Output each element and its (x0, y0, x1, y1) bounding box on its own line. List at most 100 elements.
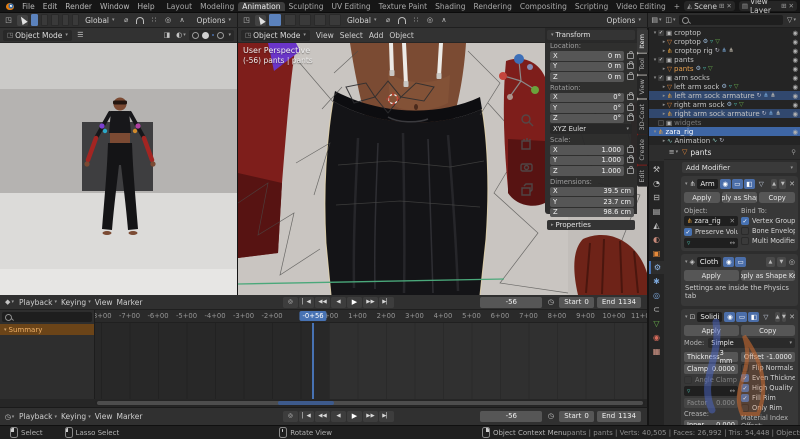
vertex-groups-checkbox[interactable]: ✓ (741, 217, 749, 225)
collection-checkbox[interactable]: ✓ (658, 56, 664, 63)
apply-as-shapekey-button[interactable]: Apply as Shape Key (740, 270, 795, 281)
apply-button[interactable]: Apply (684, 270, 739, 281)
current-frame-field[interactable]: -56 (480, 296, 543, 308)
invert-icon[interactable]: ↔ (729, 387, 735, 395)
clock-icon[interactable]: ◷ (545, 411, 556, 422)
overlays-dropdown-icon[interactable]: ◐ ▾ (175, 30, 186, 41)
outliner-row-left-arm-sock-armature[interactable]: ▸ ⋔ left arm sock armature ↻ ⋔ ⋔ ◉ (649, 91, 800, 100)
remove-view-layer-icon[interactable]: ✕ (789, 2, 794, 10)
display-render-toggle[interactable]: ◉ (719, 179, 731, 189)
thickness-slider[interactable]: Thickness 3 mm (684, 349, 738, 365)
menu-marker[interactable]: Marker (117, 412, 143, 421)
summary-channel[interactable]: ▾ Summary (0, 324, 94, 335)
menu-keying[interactable]: Keying ▾ (61, 298, 91, 307)
menu-file[interactable]: File (18, 2, 39, 11)
properties-tab-object[interactable]: ▣ (649, 247, 664, 260)
even-thickness-checkbox[interactable]: ✓ (741, 374, 749, 382)
lock-icon[interactable] (627, 50, 634, 59)
jump-end-button[interactable]: ▶▏ (379, 296, 394, 308)
mode-dropdown[interactable]: Simple ▾ (708, 338, 795, 348)
outliner-row-right-arm-sock[interactable]: ▸ ▽ right arm sock ⚙ ▿ ▽ ◉ (649, 100, 800, 109)
proportional-falloff-icon[interactable]: ∧ (438, 15, 449, 26)
menu-view[interactable]: View (95, 298, 113, 307)
dimensions-field-z[interactable]: Z 98.6 cm (550, 207, 634, 217)
lock-icon[interactable] (627, 102, 634, 111)
delete-scene-icon[interactable]: ✕ (726, 2, 731, 10)
lock-icon[interactable] (627, 113, 634, 122)
visibility-eye-icon[interactable]: ◉ (792, 83, 798, 91)
expand-icon[interactable]: ▾ (4, 327, 7, 333)
properties-tab-material[interactable]: ◉ (649, 331, 664, 344)
menu-edit[interactable]: Edit (39, 2, 62, 11)
outliner-row-widgets[interactable]: ▣ widgets (649, 118, 800, 127)
view-layer-selector[interactable]: ▤ View Layer ⊞ ✕ (738, 0, 797, 15)
outliner-row-animation[interactable]: ▸ ∿ Animation ∿ ↻ (649, 136, 800, 145)
n-panel-tab-item[interactable]: Item (637, 30, 648, 53)
viewport-menu-view[interactable]: View (313, 31, 337, 40)
prev-keyframe-button[interactable]: ◀◀ (315, 410, 330, 422)
orientation-dropdown[interactable]: Global ▾ (344, 15, 379, 26)
copy-button[interactable]: Copy (740, 325, 795, 336)
close-icon[interactable]: ✕ (789, 180, 795, 188)
lock-icon[interactable] (627, 165, 634, 174)
properties-tab-physics[interactable]: ◎ (649, 289, 664, 302)
play-button[interactable]: ▶ (347, 410, 362, 422)
clamp-slider[interactable]: Clamp 0.0000 (684, 364, 738, 374)
channel-search-input[interactable] (2, 312, 92, 322)
move-down-icon[interactable]: ▼ (776, 257, 786, 267)
workspace-tab-texture-paint[interactable]: Texture Paint (375, 2, 431, 11)
menu-playback[interactable]: Playback ▾ (19, 298, 57, 307)
properties-tab-data[interactable]: ▽ (649, 317, 664, 330)
bone-envelopes-checkbox[interactable] (741, 227, 749, 235)
select-mode-3[interactable] (51, 14, 59, 26)
pivot-point-icon[interactable]: ⌀ (121, 15, 132, 26)
proportional-falloff-icon[interactable]: ∧ (177, 15, 188, 26)
apply-button[interactable]: Apply (684, 325, 739, 336)
select-mode-5[interactable] (71, 14, 80, 26)
menu-window[interactable]: Window (96, 2, 134, 11)
workspace-tab-rendering[interactable]: Rendering (470, 2, 516, 11)
new-scene-icon[interactable]: ⊞ (719, 2, 724, 10)
properties-tab-modifiers[interactable]: ⚙ (649, 261, 664, 274)
display-realtime-toggle[interactable]: ▭ (736, 312, 748, 322)
offset-slider[interactable]: Offset -1.0000 (741, 352, 795, 362)
solidify-vertex-group-field[interactable]: ▿ ↔ (684, 386, 738, 396)
menu-playback[interactable]: Playback ▾ (19, 412, 57, 421)
display-realtime-toggle[interactable]: ▭ (731, 179, 743, 189)
outliner-row-pants[interactable]: ▸ ▽ pants ⚙ ▿ ▽ ◉ (649, 64, 800, 73)
clock-icon[interactable]: ◷ (545, 297, 556, 308)
scale-field-x[interactable]: X 1.000 (550, 145, 624, 155)
select-mode-2[interactable] (41, 14, 49, 26)
high-quality-normals-checkbox[interactable]: ✓ (741, 384, 749, 392)
next-keyframe-button[interactable]: ▶▶ (363, 296, 378, 308)
visibility-eye-icon[interactable]: ◉ (792, 128, 798, 136)
proportional-editing-icon[interactable]: ◎ (424, 15, 435, 26)
fill-rim-checkbox[interactable]: ✓ (741, 394, 749, 402)
move-up-icon[interactable]: ▲ (775, 312, 780, 322)
lock-icon[interactable] (627, 155, 634, 164)
outliner-row-arm-socks[interactable]: ▾ ✓ ▣ arm socks ◉ (649, 73, 800, 82)
play-reverse-button[interactable]: ◀ (331, 410, 346, 422)
visibility-eye-icon[interactable]: ◉ (792, 47, 798, 55)
auto-key-record-button[interactable]: ◎ (283, 296, 298, 308)
properties-tab-scene[interactable]: ◭ (649, 219, 664, 232)
play-reverse-button[interactable]: ◀ (331, 296, 346, 308)
scrollbar-thumb[interactable] (97, 401, 643, 405)
jump-start-button[interactable]: ▏◀ (299, 296, 314, 308)
menu-view[interactable]: View (95, 412, 113, 421)
move-up-icon[interactable]: ▲ (765, 257, 775, 267)
viewport-menu-add[interactable]: Add (366, 31, 387, 40)
preserve-volume-checkbox[interactable]: ✓ (684, 228, 692, 236)
end-frame-field[interactable]: End 1134 (596, 296, 641, 308)
properties-tab-output[interactable]: ⊟ (649, 191, 664, 204)
location-field-y[interactable]: Y 0 m (550, 61, 624, 71)
angle-clamp-checkbox[interactable] (684, 376, 692, 384)
timeline-ruler[interactable]: -0+56 -8+00 -7+00 -6+00 -5+00 -4+00 -3+00 -2+0… (95, 310, 647, 323)
workspace-tab-layout[interactable]: Layout (163, 2, 197, 11)
object-mode-dropdown-left[interactable]: ◳ Object Mode ▾ (3, 29, 72, 41)
end-frame-field[interactable]: End 1134 (596, 410, 641, 422)
visibility-eye-icon[interactable]: ◉ (792, 56, 798, 64)
proportional-editing-icon[interactable]: ◎ (163, 15, 174, 26)
outliner-row-croptop[interactable]: ▾ ✓ ▣ croptop ◉ (649, 28, 800, 37)
lock-icon[interactable] (627, 61, 634, 70)
